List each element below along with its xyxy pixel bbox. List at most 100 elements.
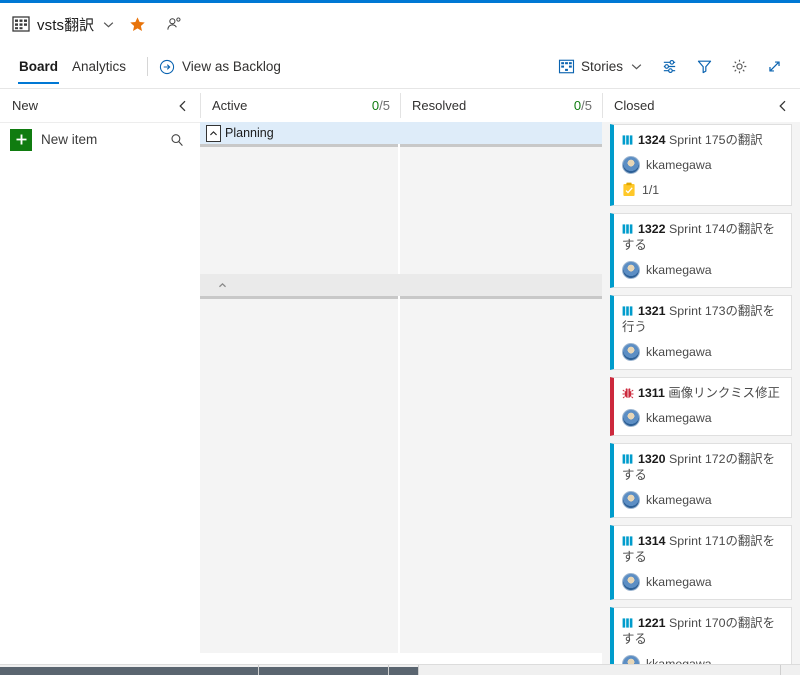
project-grid-icon [12,15,30,33]
column-header-closed: Closed [602,89,800,122]
card-title: 1314 Sprint 171の翻訳をする [622,533,783,565]
filter-icon [696,58,713,75]
avatar [622,261,640,279]
card-assignee-row: kkamegawa [622,491,783,509]
wip-limit-active: 0/5 [371,98,390,113]
card-id: 1322 [638,222,666,236]
card-id: 1311 [638,386,665,400]
card-assignee-row: kkamegawa [622,261,783,279]
story-icon [622,223,634,235]
story-icon [622,535,634,547]
view-tabs: Board Analytics [12,45,133,89]
card-assignee: kkamegawa [646,345,712,359]
card-assignee-row: kkamegawa [622,655,783,664]
backlog-level-selector[interactable]: Stories [551,53,650,80]
lane-cell-active-planning[interactable] [200,144,398,274]
swimlane-body-planning [200,144,602,274]
card-work-item[interactable]: 1321 Sprint 173の翻訳を行う kkamegawa [610,295,792,370]
card-title-text: Sprint 175の翻訳 [669,133,763,147]
wip-limit-resolved: 0/5 [573,98,592,113]
project-name[interactable]: vsts翻訳 [37,14,94,35]
card-checklist-count: 1/1 [642,182,660,197]
kanban-board: New Active 0/5 Resolved 0/5 Closed Plann… [0,89,800,664]
story-icon [622,453,634,465]
filter-button[interactable] [689,53,720,80]
card-title-text: 画像リンクミス修正 [668,386,780,400]
avatar [622,343,640,361]
card-id: 1314 [638,534,666,548]
view-as-backlog-button[interactable]: View as Backlog [159,59,281,75]
scrollbar-thumb[interactable] [0,667,418,675]
card-work-item[interactable]: 1320 Sprint 172の翻訳をする kkamegawa [610,443,792,518]
story-icon [622,617,634,629]
column-new: New item [0,122,200,664]
column-name: Closed [614,98,655,113]
card-id: 1320 [638,452,666,466]
tab-board[interactable]: Board [12,45,65,89]
gear-icon [731,58,748,75]
swimlane-name: Planning [225,126,274,140]
card-assignee: kkamegawa [646,657,712,664]
card-id: 1221 [638,616,666,630]
card-title: 1311 画像リンクミス修正 [622,385,783,401]
view-as-backlog-label: View as Backlog [182,59,281,74]
arrow-right-circle-icon [159,59,175,75]
plus-icon[interactable] [10,128,32,151]
swimlane-header-planning[interactable]: Planning [200,122,602,144]
toolbar-divider [147,57,149,76]
swimlane-body-default [200,296,602,653]
column-header-active: Active 0/5 [200,89,400,122]
card-assignee: kkamegawa [646,575,712,589]
chevron-down-icon[interactable] [101,18,115,31]
chevron-down-icon [629,60,643,73]
avatar [622,409,640,427]
avatar [622,156,640,174]
column-name: Resolved [412,98,467,113]
collapse-column-closed-button[interactable] [776,99,790,113]
collapse-column-new-button[interactable] [176,99,190,113]
column-name: New [12,98,39,113]
people-icon[interactable] [153,16,183,33]
card-title: 1320 Sprint 172の翻訳をする [622,451,783,483]
lane-cell-active-default[interactable] [200,296,398,653]
story-icon [622,134,634,146]
card-assignee: kkamegawa [646,493,712,507]
command-bar: Board Analytics View as Backlog Stories [0,45,800,89]
new-item-row[interactable]: New item [0,122,200,156]
card-work-item[interactable]: 1324 Sprint 175の翻訳 kkamegawa 1/1 [610,124,792,206]
caret-up-icon[interactable] [215,278,230,293]
lane-cell-resolved-planning[interactable] [400,144,602,274]
column-headers: New Active 0/5 Resolved 0/5 Closed [0,89,800,122]
swimlanes-region: Planning [200,122,602,664]
search-icon[interactable] [170,133,184,147]
lane-cell-resolved-default[interactable] [400,296,602,653]
card-title: 1221 Sprint 170の翻訳をする [622,615,783,647]
card-work-item[interactable]: 1314 Sprint 171の翻訳をする kkamegawa [610,525,792,600]
card-title: 1321 Sprint 173の翻訳を行う [622,303,783,335]
tab-analytics[interactable]: Analytics [65,45,133,89]
star-icon[interactable] [122,16,146,33]
avatar [622,573,640,591]
fullscreen-icon [766,58,783,75]
board-settings-sliders-button[interactable] [654,53,685,80]
fullscreen-button[interactable] [759,53,790,80]
story-icon [622,305,634,317]
caret-up-icon[interactable] [206,124,221,142]
board-grid-icon [558,58,575,75]
card-assignee: kkamegawa [646,158,712,172]
card-work-item[interactable]: 1311 画像リンクミス修正 kkamegawa [610,377,792,436]
avatar [622,655,640,664]
swimlane-header-default[interactable] [200,274,602,296]
card-assignee-row: kkamegawa [622,156,783,174]
project-header: vsts翻訳 [0,3,800,45]
card-work-item[interactable]: 1221 Sprint 170の翻訳をする kkamegawa [610,607,792,664]
bug-icon [622,387,634,399]
column-closed[interactable]: 1324 Sprint 175の翻訳 kkamegawa 1/1 1322 Sp… [602,122,800,664]
horizontal-scrollbar[interactable] [0,664,800,675]
card-work-item[interactable]: 1322 Sprint 174の翻訳をする kkamegawa [610,213,792,288]
gear-button[interactable] [724,53,755,80]
card-assignee: kkamegawa [646,263,712,277]
settings-sliders-icon [661,58,678,75]
board-page: vsts翻訳 Board Analytics View as Backlog S… [0,0,800,675]
card-assignee-row: kkamegawa [622,343,783,361]
